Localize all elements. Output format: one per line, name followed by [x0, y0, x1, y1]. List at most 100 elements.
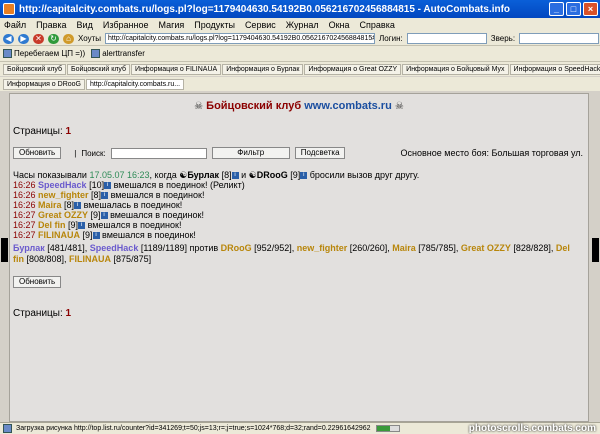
tab-info-boytsovy-mukh[interactable]: Информация о Бойцовый Мух	[402, 63, 509, 75]
log-text: вмешался в поединок! (Реликт)	[111, 180, 245, 190]
log-time: 16:27	[13, 230, 39, 240]
refresh-button-2[interactable]: Обновить	[13, 276, 62, 288]
page-number[interactable]: 1	[66, 308, 72, 319]
info-icon[interactable]: i	[231, 172, 239, 180]
right-scroll-arrow[interactable]	[592, 238, 599, 262]
player-name[interactable]: Great OZZY	[461, 243, 511, 253]
info-icon[interactable]: i	[101, 192, 109, 200]
back-icon[interactable]: ◀	[3, 33, 14, 44]
log-line: 16:26 new_fighter [8] i вмешался в поедин…	[13, 190, 578, 200]
log-line: 16:27 Great OZZY [9] i вмешался в поедино…	[13, 210, 578, 220]
log-text: вмешался в поединок!	[99, 230, 196, 240]
log-text: вмешался в поединок!	[107, 210, 204, 220]
player-name[interactable]: new_fighter	[38, 190, 89, 200]
log-controls: Обновить | Поиск: Фильтр Подсветка Основ…	[13, 147, 583, 159]
player-name[interactable]: Del fin	[38, 220, 66, 230]
menu-products[interactable]: Продукты	[194, 20, 235, 30]
tab-info-burlak[interactable]: Информация о Бурлак	[222, 63, 304, 75]
highlight-button[interactable]: Подсветка	[294, 147, 345, 159]
address-input[interactable]: http://capitalcity.combats.ru/logs.pl?lo…	[105, 33, 376, 44]
player-name[interactable]: SpeedHack	[38, 180, 87, 190]
maximize-button[interactable]: □	[566, 2, 581, 16]
battle-place: Основное место боя: Большая торговая ул.	[400, 148, 583, 158]
menu-magic[interactable]: Магия	[158, 20, 184, 30]
player-name[interactable]: Бурлак	[13, 243, 45, 253]
link-label: alerttransfer	[102, 49, 145, 58]
tab-row-2: Информация о DRooG http://capitalcity.co…	[0, 77, 600, 91]
player-hp: [1189/1189]	[138, 243, 190, 253]
favorites-button[interactable]: Хоуты	[78, 34, 101, 43]
menu-file[interactable]: Файл	[4, 20, 26, 30]
player-level: [9]	[65, 220, 79, 230]
player-name[interactable]: FILINAUA	[38, 230, 80, 240]
refresh-button[interactable]: Обновить	[13, 147, 62, 159]
filter-button[interactable]: Фильтр	[211, 147, 290, 159]
player-name[interactable]: Maira	[38, 200, 62, 210]
player-name[interactable]: DRooG	[257, 170, 288, 180]
info-icon[interactable]: i	[92, 232, 100, 240]
log-line: 16:27 Del fin [9] i вмешался в поединок!	[13, 220, 578, 230]
info-icon[interactable]: i	[300, 172, 308, 180]
tab-club-1[interactable]: Бойцовский клуб	[3, 63, 67, 75]
player-name[interactable]: Бурлак	[187, 170, 219, 180]
tab-info-great-ozzy[interactable]: Информация о Great OZZY	[304, 63, 402, 75]
log-text: вмешался в поединок!	[85, 220, 182, 230]
log-time: 16:27	[13, 210, 39, 220]
page-number[interactable]: 1	[66, 126, 72, 137]
progress-bar	[375, 425, 400, 432]
tab-info-speedhack[interactable]: Информация о SpeedHack	[509, 63, 600, 75]
info-icon[interactable]: i	[78, 222, 86, 230]
pages-label: Страницы:	[13, 126, 63, 137]
pages-label: Страницы:	[13, 308, 63, 319]
player-name[interactable]: FILINAUA	[69, 254, 111, 264]
menu-service[interactable]: Сервис	[245, 20, 276, 30]
menu-view[interactable]: Вид	[77, 20, 93, 30]
door-select[interactable]	[519, 33, 600, 44]
forward-icon[interactable]: ▶	[18, 33, 29, 44]
tab-log-active[interactable]: http://capitalcity.combats.ru...	[85, 78, 185, 90]
tab-info-droog[interactable]: Информация о DRooG	[3, 78, 85, 90]
player-level: [8]	[88, 190, 102, 200]
menu-log[interactable]: Журнал	[286, 20, 319, 30]
log-date: 17.05.07 16:23	[89, 170, 150, 180]
status-text: Загрузка рисунка http://top.list.ru/coun…	[16, 425, 371, 432]
search-input[interactable]	[110, 147, 207, 159]
tab-club-2[interactable]: Бойцовский клуб	[67, 63, 131, 75]
player-hp: [828/828],	[510, 243, 556, 253]
login-label: Логин:	[379, 34, 403, 43]
player-name[interactable]: Maira	[392, 243, 416, 253]
home-icon[interactable]: ⌂	[63, 33, 74, 44]
page-header: ☠ Бойцовский клуб www.combats.ru ☠	[10, 100, 588, 112]
info-icon[interactable]: i	[74, 202, 82, 210]
player-name[interactable]: new_fighter	[297, 243, 348, 253]
player-level: [10]	[86, 180, 105, 190]
menu-windows[interactable]: Окна	[329, 20, 350, 30]
search-label: Поиск:	[81, 148, 106, 158]
link-item[interactable]: alerttransfer	[91, 49, 145, 58]
left-scroll-arrow[interactable]	[1, 238, 8, 262]
player-name[interactable]: Great OZZY	[38, 210, 88, 220]
link-item[interactable]: Перебегаем ЦП =))	[3, 49, 85, 58]
toolbar: ◀ ▶ ✕ ↻ ⌂ Хоуты http://capitalcity.comba…	[0, 32, 600, 46]
watermark: photoscrolls.combats.com	[468, 423, 596, 434]
player-hp: [785/785],	[415, 243, 461, 253]
info-icon[interactable]: i	[100, 212, 108, 220]
login-select[interactable]	[406, 33, 487, 44]
player-name[interactable]: DRooG	[221, 243, 252, 253]
close-button[interactable]: ×	[583, 2, 598, 16]
tab-info-filinaua[interactable]: Информация о FILINAUA	[131, 63, 222, 75]
player-name[interactable]: SpeedHack	[90, 243, 139, 253]
refresh-icon[interactable]: ↻	[48, 33, 59, 44]
skull-icon: ☠	[194, 101, 204, 112]
stop-icon[interactable]: ✕	[33, 33, 44, 44]
header-url[interactable]: www.combats.ru	[304, 100, 392, 112]
player-hp: [875/875]	[111, 254, 152, 264]
menu-edit[interactable]: Правка	[36, 20, 66, 30]
menu-help[interactable]: Справка	[360, 20, 395, 30]
minimize-button[interactable]: _	[549, 2, 564, 16]
door-label: Зверь:	[490, 34, 516, 43]
menu-favorites[interactable]: Избранное	[103, 20, 149, 30]
log-text: вмешалась в поединок!	[81, 200, 183, 210]
log-intro: Часы показывали 17.05.07 16:23, когда ☯Б…	[13, 170, 420, 180]
skull-icon: ☠	[394, 101, 404, 112]
